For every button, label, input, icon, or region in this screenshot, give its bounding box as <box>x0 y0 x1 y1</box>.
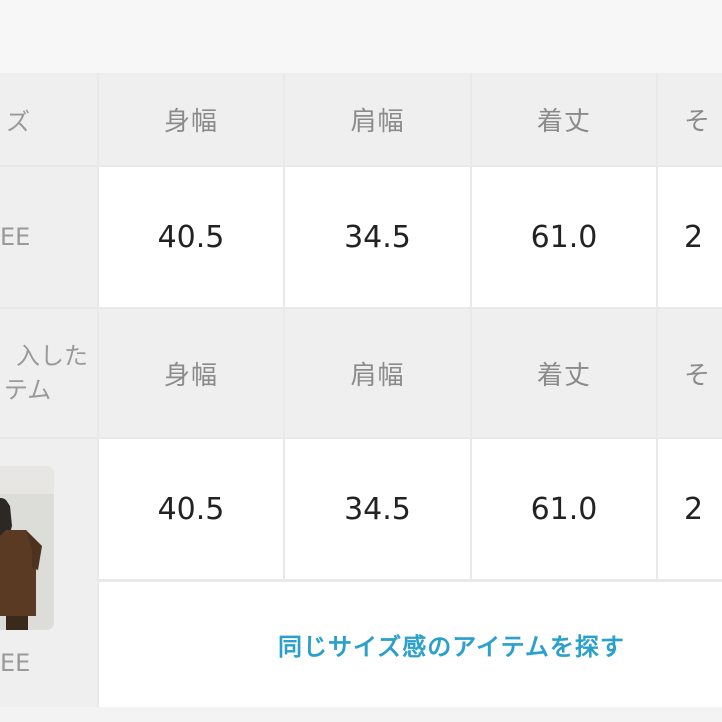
header-body-width: 身幅 <box>99 73 283 165</box>
value-body-width: 40.5 <box>99 167 283 307</box>
value2-body-width: 40.5 <box>99 439 283 579</box>
header2-shoulder-width: 肩幅 <box>285 309 470 437</box>
value2-sleeve-text: 2 <box>684 491 704 527</box>
header2-length-label: 着丈 <box>536 360 591 391</box>
value-length-text: 61.0 <box>530 219 598 255</box>
header-body-width-label: 身幅 <box>163 106 218 137</box>
size-name-label: EE <box>0 223 31 251</box>
value2-sleeve: 2 <box>658 439 722 579</box>
header2-body-width-label: 身幅 <box>163 360 218 391</box>
header-length-label: 着丈 <box>536 106 591 137</box>
purchased-item-label-line1: 入した <box>16 342 88 370</box>
header2-shoulder-width-label: 肩幅 <box>350 360 405 391</box>
size-table: ズ 身幅 肩幅 着丈 そ EE 40.5 34.5 61.0 2 入した テム … <box>0 73 722 707</box>
header2-sleeve-label: そ <box>684 360 712 391</box>
value-shoulder-width-text: 34.5 <box>344 219 411 255</box>
header2-body-width: 身幅 <box>99 309 283 437</box>
purchased-item-size-label: EE <box>0 649 31 677</box>
header2-length: 着丈 <box>472 309 656 437</box>
value2-length-text: 61.0 <box>530 491 598 527</box>
value-body-width-text: 40.5 <box>157 219 225 255</box>
find-similar-size-link-text: 同じサイズ感のアイテムを探す <box>278 633 625 661</box>
value-length: 61.0 <box>472 167 656 307</box>
bottom-spacer <box>0 707 722 722</box>
product-photo-thumbnail-icon <box>0 466 54 630</box>
header2-sleeve: そ <box>658 309 722 437</box>
product-thumbnail[interactable] <box>0 466 54 630</box>
purchased-item-label-line2: テム <box>4 376 52 404</box>
find-similar-size-link[interactable]: 同じサイズ感のアイテムを探す <box>99 582 722 707</box>
value2-shoulder-width: 34.5 <box>285 439 470 579</box>
size-column-header: ズ <box>0 73 97 165</box>
header-length: 着丈 <box>472 73 656 165</box>
header-shoulder-width: 肩幅 <box>285 73 470 165</box>
value2-length: 61.0 <box>472 439 656 579</box>
header-sleeve-label: そ <box>684 106 712 137</box>
value-sleeve-text: 2 <box>684 219 704 255</box>
value-shoulder-width: 34.5 <box>285 167 470 307</box>
header-shoulder-width-label: 肩幅 <box>350 106 405 137</box>
size-column-header-label: ズ <box>6 107 30 136</box>
purchased-item-header: 入した テム <box>0 309 97 437</box>
value2-body-width-text: 40.5 <box>157 491 225 527</box>
header-sleeve: そ <box>658 73 722 165</box>
top-spacer <box>0 0 722 73</box>
size-name-cell: EE <box>0 167 97 307</box>
value-sleeve: 2 <box>658 167 722 307</box>
value2-shoulder-width-text: 34.5 <box>344 491 411 527</box>
